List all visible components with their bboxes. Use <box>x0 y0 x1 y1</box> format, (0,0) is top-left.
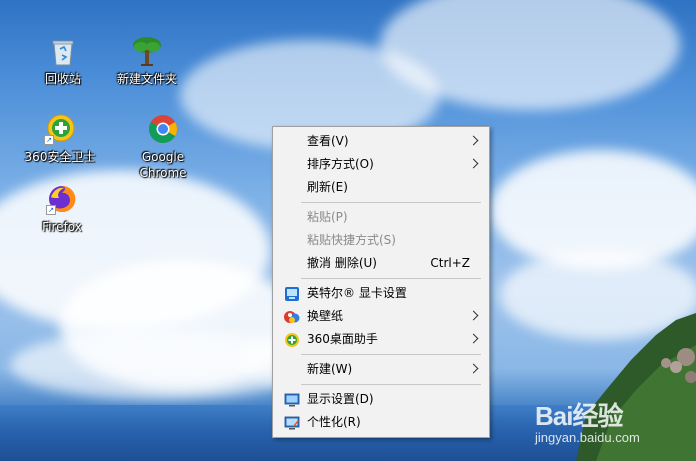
menu-separator <box>301 354 481 355</box>
display-icon <box>284 393 300 407</box>
submenu-arrow-icon <box>468 310 479 321</box>
menu-item-display-settings[interactable]: 显示设置(D) <box>273 388 489 411</box>
desktop-icon-label: Firefox <box>42 220 82 234</box>
chrome-icon <box>147 113 179 145</box>
tree-folder-icon <box>131 35 163 67</box>
menu-separator <box>301 202 481 203</box>
menu-item-label: 360桌面助手 <box>307 332 378 346</box>
menu-item-new[interactable]: 新建(W) <box>273 358 489 381</box>
menu-item-label: 英特尔® 显卡设置 <box>307 286 407 300</box>
watermark-logo: Bai经验 <box>535 401 623 431</box>
360-desktop-helper-icon <box>285 333 299 347</box>
desktop-icon-360-safe[interactable]: ↗ 360安全卫士 <box>20 113 100 165</box>
menu-item-desktop-helper[interactable]: 360桌面助手 <box>273 328 489 351</box>
menu-item-label: 显示设置(D) <box>307 392 374 406</box>
menu-item-label: 排序方式(O) <box>307 157 374 171</box>
desktop-icon-firefox[interactable]: ↗ Firefox <box>22 183 102 235</box>
shortcut-arrow-icon: ↗ <box>46 205 56 215</box>
watermark-url: jingyan.baidu.com <box>535 430 640 445</box>
menu-item-intel-graphics[interactable]: 英特尔® 显卡设置 <box>273 282 489 305</box>
desktop-icon-label: 回收站 <box>44 72 81 86</box>
menu-item-personalize[interactable]: 个性化(R) <box>273 411 489 434</box>
personalize-icon <box>284 416 300 430</box>
menu-item-label: 刷新(E) <box>307 180 348 194</box>
360-safe-icon: ↗ <box>44 113 76 145</box>
desktop-background[interactable]: Bai经验 jingyan.baidu.com 回收站 新建文件夹 ↗ 360安… <box>0 0 696 461</box>
desktop-icon-label: Google Chrome <box>139 150 187 180</box>
menu-item-wallpaper[interactable]: 换壁纸 <box>273 305 489 328</box>
menu-item-sort[interactable]: 排序方式(O) <box>273 153 489 176</box>
menu-item-paste-shortcut: 粘贴快捷方式(S) <box>273 229 489 252</box>
desktop-icon-label: 新建文件夹 <box>116 72 177 86</box>
desktop-icon-new-folder[interactable]: 新建文件夹 <box>107 35 187 87</box>
menu-item-label: 新建(W) <box>307 362 353 376</box>
submenu-arrow-icon <box>468 363 479 374</box>
desktop-icon-chrome[interactable]: Google Chrome <box>123 113 203 181</box>
menu-item-undo-delete[interactable]: 撤消 删除(U) Ctrl+Z <box>273 252 489 275</box>
menu-item-label: 个性化(R) <box>307 415 361 429</box>
menu-item-paste: 粘贴(P) <box>273 206 489 229</box>
desktop-icon-label: 360安全卫士 <box>24 150 96 164</box>
menu-item-label: 查看(V) <box>307 134 349 148</box>
intel-graphics-icon <box>285 287 299 301</box>
menu-item-refresh[interactable]: 刷新(E) <box>273 176 489 199</box>
shortcut-arrow-icon: ↗ <box>44 135 54 145</box>
desktop-icon-recycle-bin[interactable]: 回收站 <box>23 35 103 87</box>
menu-separator <box>301 384 481 385</box>
submenu-arrow-icon <box>468 158 479 169</box>
desktop-context-menu: 查看(V) 排序方式(O) 刷新(E) 粘贴(P) 粘贴快捷方式(S) 撤消 删… <box>272 126 490 438</box>
submenu-arrow-icon <box>468 333 479 344</box>
menu-item-label: 粘贴快捷方式(S) <box>307 233 396 247</box>
menu-item-label: 撤消 删除(U) <box>307 256 377 270</box>
menu-item-label: 粘贴(P) <box>307 210 348 224</box>
recycle-bin-icon <box>47 35 79 67</box>
firefox-icon: ↗ <box>46 183 78 215</box>
menu-item-shortcut: Ctrl+Z <box>430 256 470 270</box>
baidu-watermark: Bai经验 jingyan.baidu.com <box>535 396 685 456</box>
menu-separator <box>301 278 481 279</box>
wallpaper-icon <box>284 311 300 323</box>
menu-item-view[interactable]: 查看(V) <box>273 130 489 153</box>
submenu-arrow-icon <box>468 135 479 146</box>
menu-item-label: 换壁纸 <box>307 309 344 323</box>
